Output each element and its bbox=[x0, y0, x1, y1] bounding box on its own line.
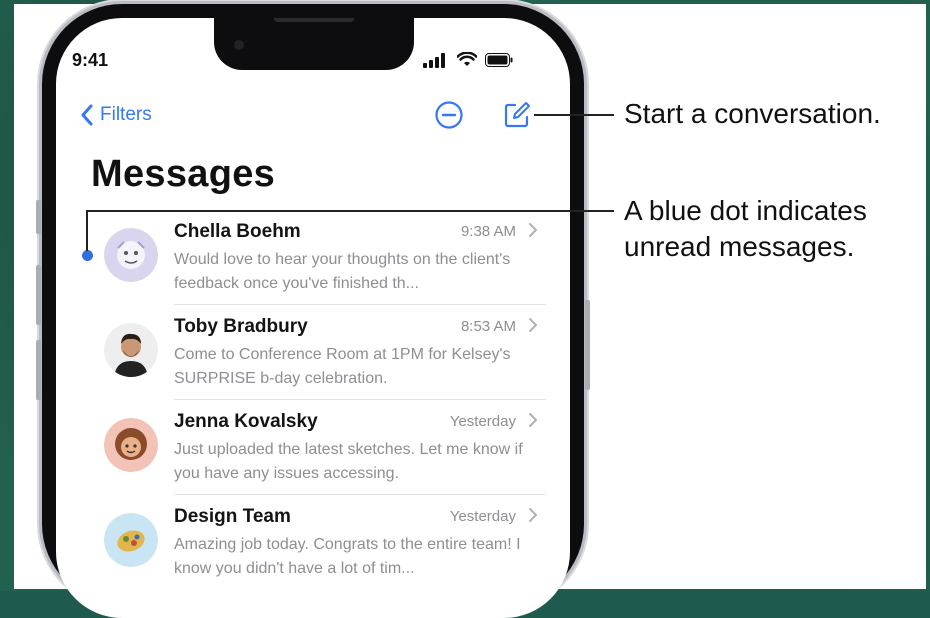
message-time: Yesterday bbox=[449, 413, 516, 430]
conversation-row[interactable]: Chella Boehm 9:38 AM Would love to hear … bbox=[96, 210, 546, 305]
signal-icon bbox=[423, 53, 445, 68]
side-button bbox=[585, 300, 590, 390]
volume-down-button bbox=[36, 340, 41, 400]
memoji-avatar bbox=[104, 418, 158, 472]
compose-callout-text: Start a conversation. bbox=[624, 98, 881, 129]
unread-callout-line bbox=[86, 210, 614, 212]
mute-switch bbox=[36, 200, 41, 234]
chevron-right-icon bbox=[529, 223, 538, 237]
status-time: 9:41 bbox=[72, 50, 109, 70]
nav-actions bbox=[434, 100, 532, 130]
compose-callout-line bbox=[534, 114, 614, 116]
message-preview: Come to Conference Room at 1PM for Kelse… bbox=[174, 346, 511, 387]
contact-name: Design Team bbox=[174, 506, 291, 527]
message-preview: Would love to hear your thoughts on the … bbox=[174, 251, 511, 292]
wifi-icon bbox=[457, 52, 477, 66]
status-icons bbox=[423, 52, 513, 68]
group-avatar bbox=[104, 513, 158, 567]
conversation-list: Chella Boehm 9:38 AM Would love to hear … bbox=[96, 210, 546, 590]
front-camera bbox=[234, 40, 244, 50]
battery-icon bbox=[485, 53, 513, 67]
message-time: 9:38 AM bbox=[460, 223, 516, 240]
notch bbox=[214, 18, 414, 70]
message-time: Yesterday bbox=[449, 508, 516, 525]
chevron-left-icon bbox=[81, 104, 93, 126]
more-options-icon[interactable] bbox=[434, 100, 464, 130]
unread-callout-text-line1: A blue dot indicates bbox=[624, 195, 867, 226]
compose-icon[interactable] bbox=[502, 100, 532, 130]
unread-callout-vertical-line bbox=[86, 211, 88, 251]
message-preview: Just uploaded the latest sketches. Let m… bbox=[174, 441, 523, 482]
back-label: Filters bbox=[100, 104, 152, 125]
conversation-row[interactable]: Design Team Yesterday Amazing job today.… bbox=[96, 495, 546, 590]
chevron-right-icon bbox=[529, 413, 538, 427]
contact-name: Chella Boehm bbox=[174, 221, 301, 242]
contact-name: Toby Bradbury bbox=[174, 316, 308, 337]
back-button[interactable]: Filters bbox=[80, 104, 152, 126]
conversation-row[interactable]: Jenna Kovalsky Yesterday Just uploaded t… bbox=[96, 400, 546, 495]
unread-callout-text-line2: unread messages. bbox=[624, 231, 855, 262]
message-preview: Amazing job today. Congrats to the entir… bbox=[174, 536, 521, 577]
chevron-right-icon bbox=[529, 318, 538, 332]
volume-up-button bbox=[36, 265, 41, 325]
photo-avatar bbox=[104, 323, 158, 377]
page-title: Messages bbox=[91, 153, 276, 195]
conversation-row[interactable]: Toby Bradbury 8:53 AM Come to Conference… bbox=[96, 305, 546, 400]
unread-dot bbox=[82, 250, 93, 261]
contact-name: Jenna Kovalsky bbox=[174, 411, 318, 432]
message-time: 8:53 AM bbox=[460, 318, 516, 335]
speaker bbox=[274, 18, 354, 22]
memoji-avatar bbox=[104, 228, 158, 282]
chevron-right-icon bbox=[529, 508, 538, 522]
